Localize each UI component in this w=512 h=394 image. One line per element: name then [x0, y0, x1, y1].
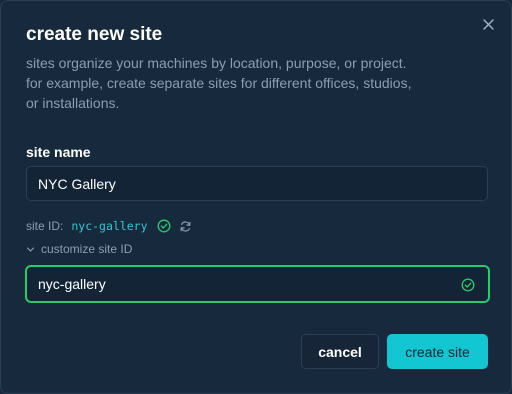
customize-site-id-label: customize site ID — [41, 242, 133, 256]
site-id-value: nyc-gallery — [71, 219, 148, 233]
close-icon — [482, 18, 494, 30]
description-line: sites organize your machines by location… — [26, 55, 407, 71]
site-name-label: site name — [26, 144, 91, 160]
chevron-down-icon — [26, 246, 35, 252]
check-circle-icon — [461, 278, 475, 292]
site-id-input[interactable] — [27, 267, 488, 301]
description-line: or installations. — [26, 95, 120, 111]
customize-site-id-toggle[interactable]: customize site ID — [26, 241, 132, 257]
site-id-input-wrapper — [25, 265, 490, 303]
refresh-icon[interactable] — [179, 220, 192, 233]
site-id-row: site ID: nyc-gallery — [26, 217, 192, 235]
cancel-button[interactable]: cancel — [301, 334, 379, 369]
create-site-button[interactable]: create site — [387, 334, 488, 369]
create-site-dialog: create new site sites organize your mach… — [0, 0, 512, 394]
dialog-title: create new site — [26, 24, 163, 45]
check-circle-icon — [157, 219, 171, 233]
description-line: for example, create separate sites for d… — [26, 75, 412, 91]
dialog-description: sites organize your machines by location… — [26, 53, 466, 113]
site-name-input[interactable] — [26, 166, 488, 201]
site-id-label: site ID: — [26, 219, 64, 233]
close-button[interactable] — [480, 16, 496, 32]
